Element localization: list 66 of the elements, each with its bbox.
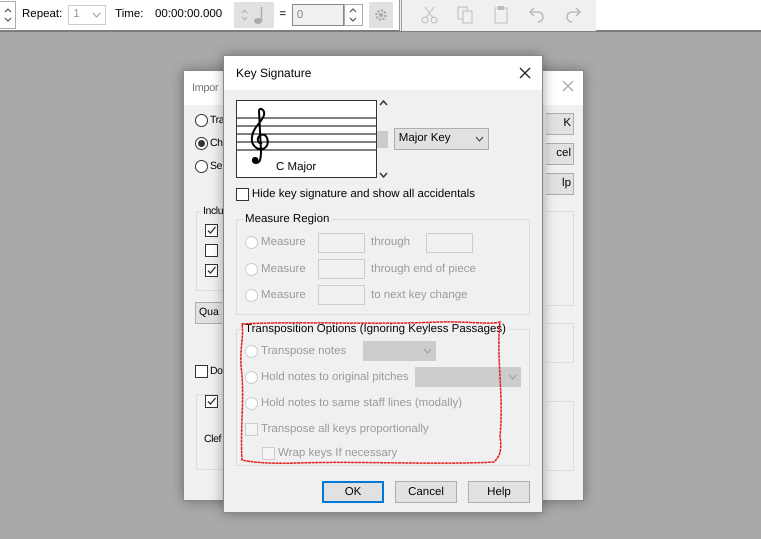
scroll-down-icon[interactable] bbox=[379, 172, 388, 178]
measure-field[interactable] bbox=[318, 232, 365, 253]
close-icon[interactable] bbox=[519, 67, 531, 79]
option-label: Do bbox=[210, 364, 223, 379]
radio-button[interactable] bbox=[195, 137, 208, 150]
quantize-button[interactable]: Qua bbox=[195, 302, 222, 324]
spin-arrows-icon bbox=[349, 7, 358, 23]
group-box bbox=[546, 401, 574, 471]
checkbox[interactable] bbox=[195, 365, 208, 378]
scroll-up-icon[interactable] bbox=[379, 100, 388, 106]
key-name-label: C Major bbox=[276, 160, 316, 175]
option-label: through bbox=[371, 235, 412, 250]
option-label: Hold notes to same staff lines (modally) bbox=[261, 396, 462, 411]
dialog-button[interactable]: OK bbox=[322, 481, 384, 504]
copy-icon[interactable] bbox=[456, 5, 474, 25]
window-title: Impor bbox=[192, 80, 218, 96]
time-label: Time: bbox=[115, 7, 144, 22]
redo-icon[interactable] bbox=[564, 5, 582, 25]
note-value-button[interactable] bbox=[234, 2, 274, 28]
option-label: Hold notes to original pitches bbox=[261, 370, 409, 385]
radio-button[interactable] bbox=[195, 160, 208, 174]
equals-sign: = bbox=[279, 7, 286, 22]
option-label: Transpose notes bbox=[261, 344, 346, 359]
option-label: Transpose all keys proportionally bbox=[261, 422, 429, 437]
option-label: Se bbox=[210, 159, 222, 174]
clef-label: Clef bbox=[204, 432, 222, 447]
option-label: through end of piece bbox=[371, 262, 476, 277]
radio-button[interactable] bbox=[195, 114, 208, 128]
paste-icon[interactable] bbox=[492, 5, 510, 25]
chevron-icon bbox=[508, 374, 517, 380]
option-label: Measure bbox=[261, 288, 307, 303]
repeat-label: Repeat: bbox=[22, 7, 62, 22]
scroll-thumb[interactable] bbox=[376, 130, 388, 148]
window-title: Key Signature bbox=[236, 65, 312, 82]
cut-icon[interactable] bbox=[420, 5, 438, 25]
undo-icon[interactable] bbox=[528, 5, 546, 25]
option-label: Measure bbox=[261, 262, 307, 277]
dialog-button[interactable]: lp bbox=[546, 173, 574, 195]
time-value: 00:00:00.000 bbox=[154, 7, 222, 22]
settings-button[interactable] bbox=[368, 2, 393, 28]
measure-field[interactable] bbox=[318, 285, 365, 306]
spin-button[interactable] bbox=[0, 1, 16, 29]
spin-button[interactable] bbox=[344, 4, 363, 26]
checkbox[interactable] bbox=[205, 395, 218, 408]
option-label: Wrap keys If necessary bbox=[278, 446, 398, 461]
dialog-button[interactable]: cel bbox=[546, 143, 574, 165]
dialog-button[interactable]: Cancel bbox=[395, 481, 457, 504]
group-box bbox=[546, 323, 574, 363]
key-mode-dropdown[interactable]: Major Key bbox=[394, 128, 489, 150]
dialog-button[interactable]: Help bbox=[468, 481, 530, 504]
measure-field[interactable] bbox=[318, 259, 365, 280]
group-title: Measure Region bbox=[243, 212, 332, 226]
option-label: Measure bbox=[261, 235, 307, 250]
option-label: to next key change bbox=[371, 288, 468, 303]
checkbox[interactable] bbox=[236, 188, 249, 202]
measure-field[interactable] bbox=[426, 232, 473, 253]
checkbox[interactable] bbox=[205, 264, 218, 277]
chevron-icon bbox=[474, 136, 484, 142]
option-label: Ch bbox=[210, 136, 223, 151]
chevron-icon bbox=[423, 348, 432, 354]
dialog-button[interactable]: K bbox=[546, 113, 574, 135]
chevron-icon bbox=[92, 12, 102, 18]
gear-icon bbox=[374, 8, 388, 22]
checkbox[interactable] bbox=[205, 244, 218, 257]
option-label: Hide key signature and show all accidentals bbox=[252, 187, 475, 202]
checkbox[interactable] bbox=[205, 224, 218, 237]
